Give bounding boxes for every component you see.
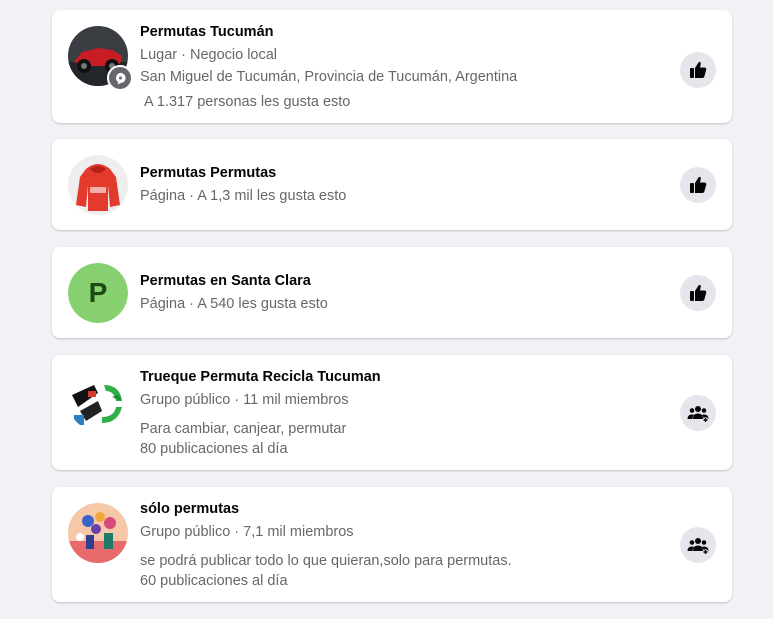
result-meta: Página · A 540 les gusta esto bbox=[140, 296, 328, 312]
result-meta: Página · A 1,3 mil les gusta esto bbox=[140, 188, 347, 204]
group-avatar[interactable] bbox=[68, 371, 128, 431]
result-description: se podrá publicar todo lo que quieran,so… bbox=[140, 553, 512, 569]
group-avatar[interactable] bbox=[68, 503, 128, 563]
like-button[interactable] bbox=[680, 275, 716, 311]
result-card-solo-permutas[interactable]: sólo permutas Grupo público · 7,1 mil mi… bbox=[52, 487, 732, 602]
result-title[interactable]: Trueque Permuta Recicla Tucuman bbox=[140, 367, 652, 387]
page-avatar[interactable] bbox=[68, 155, 128, 215]
result-card-permutas-santa-clara[interactable]: P Permutas en Santa Clara Página · A 540… bbox=[52, 247, 732, 338]
result-title[interactable]: Permutas Permutas bbox=[140, 163, 652, 183]
like-button[interactable] bbox=[680, 167, 716, 203]
result-activity: 60 publicaciones al día bbox=[140, 573, 288, 589]
result-card-permutas-tucuman[interactable]: Permutas Tucumán Lugar · Negocio local S… bbox=[52, 10, 732, 123]
result-card-permutas-permutas[interactable]: Permutas Permutas Página · A 1,3 mil les… bbox=[52, 139, 732, 230]
result-title[interactable]: Permutas en Santa Clara bbox=[140, 271, 652, 291]
like-button[interactable] bbox=[680, 52, 716, 88]
like-icon bbox=[690, 61, 707, 78]
join-group-button[interactable] bbox=[680, 395, 716, 431]
result-title[interactable]: sólo permutas bbox=[140, 499, 652, 519]
result-title[interactable]: Permutas Tucumán bbox=[140, 22, 652, 42]
result-likes: A 1.317 personas les gusta esto bbox=[144, 94, 351, 110]
like-icon bbox=[690, 176, 707, 193]
avatar-letter: P bbox=[88, 277, 108, 308]
result-location: San Miguel de Tucumán, Provincia de Tucu… bbox=[140, 69, 518, 85]
join-group-icon bbox=[687, 406, 709, 423]
page-avatar[interactable]: P bbox=[68, 263, 128, 323]
result-meta: Lugar · Negocio local bbox=[140, 47, 278, 63]
like-icon bbox=[690, 284, 707, 301]
result-activity: 80 publicaciones al día bbox=[140, 441, 288, 457]
result-card-trueque-permuta-recicla[interactable]: Trueque Permuta Recicla Tucuman Grupo pú… bbox=[52, 355, 732, 470]
join-group-icon bbox=[687, 538, 709, 555]
join-group-button[interactable] bbox=[680, 527, 716, 563]
place-badge-icon bbox=[107, 65, 133, 91]
result-description: Para cambiar, canjear, permutar bbox=[140, 421, 347, 437]
result-meta: Grupo público · 11 mil miembros bbox=[140, 392, 349, 408]
result-meta: Grupo público · 7,1 mil miembros bbox=[140, 524, 354, 540]
